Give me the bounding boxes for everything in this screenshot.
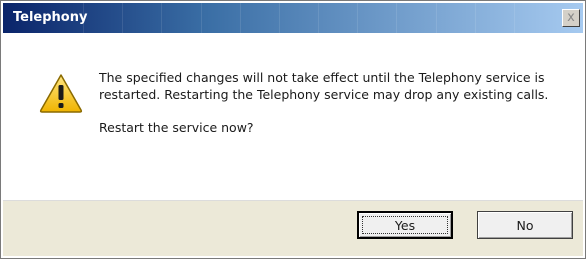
telephony-dialog: Telephony x The specified changes will n… <box>0 0 586 259</box>
button-bar: Yes No <box>3 200 583 256</box>
no-button[interactable]: No <box>477 211 573 239</box>
window-title: Telephony <box>13 10 88 25</box>
close-icon: x <box>567 10 575 25</box>
yes-button[interactable]: Yes <box>357 211 453 239</box>
close-button[interactable]: x <box>562 9 580 27</box>
warning-icon <box>39 74 83 113</box>
title-bar[interactable]: Telephony x <box>3 3 583 33</box>
dialog-message: The specified changes will not take effe… <box>99 70 549 102</box>
dialog-question: Restart the service now? <box>99 120 254 135</box>
focus-ring <box>362 216 448 234</box>
message-area: The specified changes will not take effe… <box>99 69 549 136</box>
title-bar-gradient <box>83 3 553 33</box>
no-button-label: No <box>516 217 534 233</box>
dialog-content: The specified changes will not take effe… <box>3 33 583 200</box>
